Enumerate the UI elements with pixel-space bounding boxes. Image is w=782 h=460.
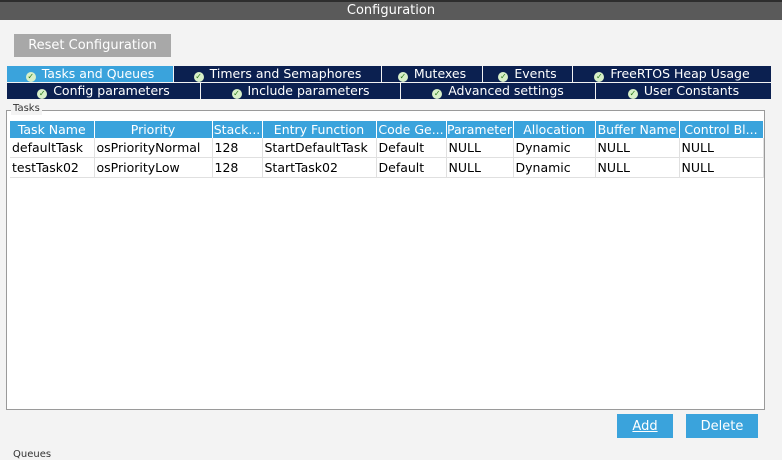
- tab-user-constants[interactable]: ✓ User Constants: [596, 83, 772, 99]
- column-header-entry-function[interactable]: Entry Function: [262, 121, 377, 138]
- cell-entry-function: StartTask02: [262, 157, 377, 178]
- reset-configuration-button[interactable]: Reset Configuration: [14, 34, 171, 57]
- window-title: Configuration: [0, 0, 782, 20]
- cell-priority: osPriorityNormal: [94, 138, 213, 158]
- check-circle-icon: ✓: [498, 72, 509, 82]
- column-header-buffer-name[interactable]: Buffer Name: [595, 121, 680, 138]
- table-row[interactable]: defaultTask osPriorityNormal 128 StartDe…: [10, 138, 764, 158]
- cell-control-block: NULL: [679, 138, 764, 158]
- tab-mutexes[interactable]: ✓ Mutexes: [382, 66, 483, 82]
- cell-allocation: Dynamic: [513, 157, 596, 178]
- cell-buffer-name: NULL: [595, 138, 680, 158]
- tab-label: User Constants: [643, 83, 740, 98]
- table-row[interactable]: testTask02 osPriorityLow 128 StartTask02…: [10, 157, 764, 178]
- check-circle-icon: ✓: [231, 89, 242, 99]
- add-task-button[interactable]: Add: [617, 414, 673, 438]
- check-circle-icon: ✓: [432, 89, 443, 99]
- column-header-allocation[interactable]: Allocation: [513, 121, 596, 138]
- queues-group-label: Queues: [13, 449, 52, 460]
- cell-code-generation: Default: [376, 157, 447, 178]
- check-circle-icon: ✓: [37, 89, 48, 99]
- tab-config-parameters[interactable]: ✓ Config parameters: [7, 83, 201, 99]
- cell-parameter: NULL: [446, 138, 514, 158]
- tasks-group-label: Tasks: [11, 103, 42, 115]
- add-button-label: Add: [632, 418, 658, 434]
- cell-buffer-name: NULL: [595, 157, 680, 178]
- cell-parameter: NULL: [446, 157, 514, 178]
- tab-timers-and-semaphores[interactable]: ✓ Timers and Semaphores: [174, 66, 382, 82]
- column-header-parameter[interactable]: Parameter: [446, 121, 514, 138]
- tab-events[interactable]: ✓ Events: [483, 66, 573, 82]
- tab-label: Tasks and Queues: [41, 66, 155, 81]
- tab-label: Events: [514, 66, 557, 81]
- check-circle-icon: ✓: [594, 72, 605, 82]
- delete-task-button[interactable]: Delete: [686, 414, 758, 438]
- column-header-priority[interactable]: Priority: [94, 121, 213, 138]
- column-header-stack-size[interactable]: Stack...: [212, 121, 263, 138]
- tab-label: Advanced settings: [448, 83, 564, 98]
- cell-task-name: defaultTask: [10, 138, 95, 158]
- table-header-row: Task Name Priority Stack... Entry Functi…: [10, 121, 764, 138]
- tab-advanced-settings[interactable]: ✓ Advanced settings: [401, 83, 596, 99]
- tab-include-parameters[interactable]: ✓ Include parameters: [201, 83, 401, 99]
- tab-freertos-heap-usage[interactable]: ✓ FreeRTOS Heap Usage: [573, 66, 772, 82]
- tab-label: Config parameters: [53, 83, 170, 98]
- check-circle-icon: ✓: [193, 72, 204, 82]
- tasks-table: Task Name Priority Stack... Entry Functi…: [10, 121, 764, 178]
- cell-control-block: NULL: [679, 157, 764, 178]
- cell-stack-size: 128: [212, 138, 263, 158]
- tab-label: FreeRTOS Heap Usage: [610, 66, 750, 81]
- check-circle-icon: ✓: [627, 89, 638, 99]
- tab-row-1: ✓ Tasks and Queues ✓ Timers and Semaphores…: [7, 66, 772, 82]
- cell-allocation: Dynamic: [513, 138, 596, 158]
- tab-label: Include parameters: [247, 83, 370, 98]
- cell-entry-function: StartDefaultTask: [262, 138, 377, 158]
- cell-stack-size: 128: [212, 157, 263, 178]
- tab-label: Timers and Semaphores: [209, 66, 362, 81]
- column-header-code-generation[interactable]: Code Ge...: [376, 121, 447, 138]
- column-header-control-block[interactable]: Control Bl...: [679, 121, 764, 138]
- cell-code-generation: Default: [376, 138, 447, 158]
- tab-label: Mutexes: [413, 66, 467, 81]
- column-header-task-name[interactable]: Task Name: [10, 121, 95, 138]
- check-circle-icon: ✓: [25, 72, 36, 82]
- check-circle-icon: ✓: [397, 72, 408, 82]
- cell-task-name: testTask02: [10, 157, 95, 178]
- tab-row-2: ✓ Config parameters ✓ Include parameters ✓…: [7, 83, 772, 99]
- tab-tasks-and-queues[interactable]: ✓ Tasks and Queues: [7, 66, 174, 82]
- cell-priority: osPriorityLow: [94, 157, 213, 178]
